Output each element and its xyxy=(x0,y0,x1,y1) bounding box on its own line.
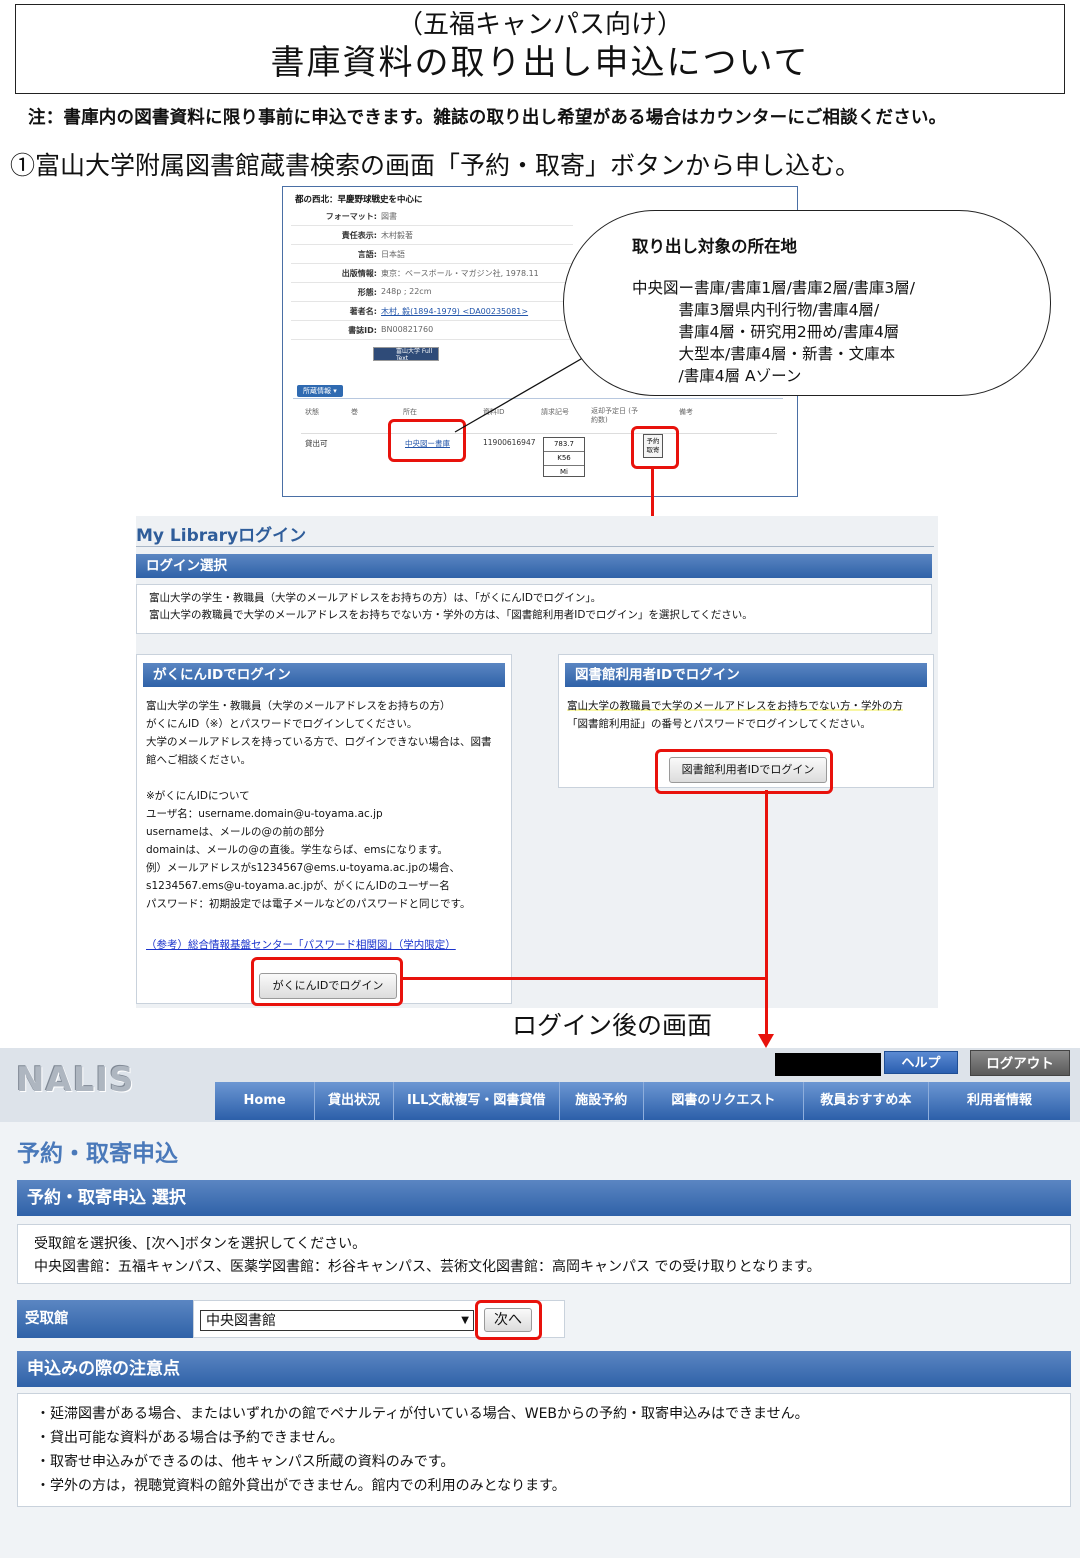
redacted-username xyxy=(775,1053,881,1076)
gakunin-header: がくにんIDでログイン xyxy=(143,663,505,687)
flow-arrow-line xyxy=(400,977,767,980)
gakunin-button-highlight xyxy=(251,957,403,1006)
chevron-down-icon: ▼ xyxy=(461,1315,469,1326)
logout-button[interactable]: ログアウト xyxy=(970,1050,1070,1076)
receive-library-label: 受取館 xyxy=(17,1300,193,1338)
nav-loan-status[interactable]: 貸出状況 xyxy=(315,1082,394,1120)
callout-body: 中央図ー書庫/書庫1層/書庫2層/書庫3層/ 書庫3層県内刊行物/書庫4層/ 書… xyxy=(632,279,915,385)
nalis-screen: NALIS ヘルプ ログアウト Home 貸出状況 ILL文献複写・図書貸借 施… xyxy=(0,1048,1080,1558)
nav-faculty-recommendations[interactable]: 教員おすすめ本 xyxy=(804,1082,929,1120)
notes-box: ・延滞図書がある場合、またはいずれかの館でペナルティが付いている場合、WEBから… xyxy=(17,1393,1071,1507)
library-id-description: 富山大学の教職員で大学のメールアドレスをお持ちでない方・学外の方 「図書館利用証… xyxy=(567,697,927,733)
gakunin-description: 富山大学の学生・教職員（大学のメールアドレスをお持ちの方） がくにんID（※）と… xyxy=(146,700,492,910)
main-nav: Home 貸出状況 ILL文献複写・図書貸借 施設予約 図書のリクエスト 教員お… xyxy=(215,1082,1070,1120)
nav-ill[interactable]: ILL文献複写・図書貸借 xyxy=(394,1082,560,1120)
nalis-logo: NALIS xyxy=(16,1060,135,1100)
login-info-line: 富山大学の学生・教職員（大学のメールアドレスをお持ちの方）は、「がくにんIDでロ… xyxy=(149,592,602,604)
flow-arrow-line xyxy=(765,790,768,1036)
library-id-instruction: 「図書館利用証」の番号とパスワードでログインしてください。 xyxy=(567,718,871,730)
reservation-info-box: 受取館を選択後、[次へ]ボタンを選択してください。 中央図書館：五福キャンパス、… xyxy=(17,1224,1071,1284)
gakunin-login-panel: がくにんIDでログイン 富山大学の学生・教職員（大学のメールアドレスをお持ちの方… xyxy=(136,654,512,1006)
after-login-label: ログイン後の画面 xyxy=(512,1011,713,1040)
note-item: ・延滞図書がある場合、またはいずれかの館でペナルティが付いている場合、WEBから… xyxy=(36,1406,809,1422)
notes-header: 申込みの際の注意点 xyxy=(17,1351,1071,1387)
login-panel: My Libraryログイン ログイン選択 富山大学の学生・教職員（大学のメール… xyxy=(136,516,938,1008)
library-id-header: 図書館利用者IDでログイン xyxy=(565,663,927,687)
arrow-down-icon xyxy=(758,1034,774,1048)
help-button[interactable]: ヘルプ xyxy=(884,1051,958,1074)
library-id-eligibility: 富山大学の教職員で大学のメールアドレスをお持ちでない方・学外の方 xyxy=(567,700,903,712)
login-info-box: 富山大学の学生・教職員（大学のメールアドレスをお持ちの方）は、「がくにんIDでロ… xyxy=(136,584,932,634)
login-info-line: 富山大学の教職員で大学のメールアドレスをお持ちでない方・学外の方は、「図書館利用… xyxy=(149,609,753,621)
password-reference-link[interactable]: （参考）総合情報基盤センター「パスワード相関図」（学内限定） xyxy=(146,937,456,952)
note-item: ・学外の方は，視聴覚資料の館外貸出ができません。館内での利用のみとなります。 xyxy=(36,1478,566,1494)
reservation-info-line: 受取館を選択後、[次へ]ボタンを選択してください。 xyxy=(34,1236,367,1252)
note-item: ・取寄せ申込みができるのは、他キャンパス所蔵の資料のみです。 xyxy=(36,1454,455,1470)
nav-book-request[interactable]: 図書のリクエスト xyxy=(644,1082,804,1120)
nav-facility-reservation[interactable]: 施設予約 xyxy=(560,1082,644,1120)
location-callout: 取り出し対象の所在地 中央図ー書庫/書庫1層/書庫2層/書庫3層/ 書庫3層県内… xyxy=(563,210,1051,396)
next-button-highlight xyxy=(475,1300,542,1340)
library-id-login-panel: 図書館利用者IDでログイン 富山大学の教職員で大学のメールアドレスをお持ちでない… xyxy=(558,654,934,794)
reservation-select-header: 予約・取寄申込 選択 xyxy=(17,1180,1071,1216)
note-item: ・貸出可能な資料がある場合は予約できません。 xyxy=(36,1430,344,1446)
nav-user-info[interactable]: 利用者情報 xyxy=(929,1082,1070,1120)
receive-library-select[interactable]: 中央図書館 ▼ xyxy=(200,1310,474,1331)
callout-title: 取り出し対象の所在地 xyxy=(632,237,797,256)
reservation-page-title: 予約・取寄申込 xyxy=(17,1141,178,1167)
receive-library-value: 中央図書館 xyxy=(206,1313,276,1329)
library-id-button-highlight xyxy=(655,749,833,794)
reservation-info-line: 中央図書館：五福キャンパス、医薬学図書館：杉谷キャンパス、芸術文化図書館：高岡キ… xyxy=(34,1259,821,1275)
nav-home[interactable]: Home xyxy=(215,1082,316,1120)
